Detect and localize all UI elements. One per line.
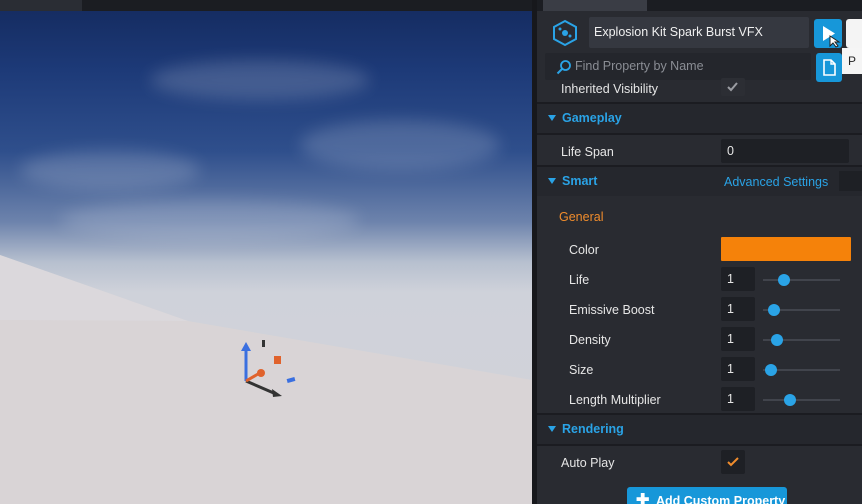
divider — [537, 444, 862, 446]
slider-value-input[interactable]: 1 — [721, 327, 755, 351]
checkmark-icon — [727, 457, 739, 467]
inherited-visibility-checkbox[interactable] — [721, 78, 745, 96]
slider-handle[interactable] — [770, 334, 783, 346]
ground-plane — [0, 255, 532, 504]
slider-handle[interactable] — [783, 394, 796, 406]
advanced-settings-link[interactable]: Advanced Settings — [724, 175, 828, 189]
property-search[interactable]: Find Property by Name — [545, 53, 811, 80]
play-button[interactable] — [814, 19, 842, 48]
life-span-input[interactable]: 0 — [721, 139, 849, 163]
slider-value-input[interactable]: 1 — [721, 297, 755, 321]
tooltip: P — [842, 48, 862, 74]
advanced-settings-toggle[interactable] — [839, 171, 862, 191]
slider-value-input[interactable]: 1 — [721, 267, 755, 291]
plus-icon: ✚ — [636, 492, 650, 504]
object-name-field[interactable]: Explosion Kit Spark Burst VFX — [589, 17, 809, 48]
properties-tab[interactable] — [543, 0, 647, 11]
slider-value-input[interactable]: 1 — [721, 387, 755, 411]
slider-label: Emissive Boost — [569, 303, 655, 317]
document-button[interactable] — [816, 53, 842, 82]
life-span-label: Life Span — [561, 145, 614, 159]
viewport[interactable] — [0, 0, 532, 504]
slider-label: Life — [569, 273, 590, 287]
slider-handle[interactable] — [777, 274, 790, 286]
stop-button[interactable] — [846, 19, 862, 48]
auto-play-checkbox[interactable] — [721, 450, 745, 474]
inherited-visibility-label: Inherited Visibility — [561, 82, 659, 96]
search-icon — [556, 60, 571, 75]
color-swatch[interactable] — [721, 237, 851, 261]
slider-track[interactable] — [763, 279, 840, 281]
color-label: Color — [569, 243, 599, 257]
play-icon — [823, 26, 841, 48]
section-title: Rendering — [562, 422, 624, 436]
slider-label: Size — [569, 363, 594, 377]
slider-handle[interactable] — [767, 304, 780, 316]
add-custom-property-button[interactable]: ✚ Add Custom Property — [627, 487, 787, 504]
section-title: Gameplay — [562, 111, 622, 125]
vfx-object-icon — [553, 19, 577, 47]
divider — [537, 133, 862, 135]
properties-panel: Explosion Kit Spark Burst VFX Find Prope… — [537, 0, 862, 504]
checkmark-icon — [727, 82, 738, 92]
section-gameplay[interactable]: Gameplay — [537, 104, 862, 133]
group-general-label: General — [559, 210, 604, 224]
search-input[interactable]: Find Property by Name — [575, 53, 704, 80]
collapse-arrow-icon — [548, 115, 556, 121]
slider-label: Length Multiplier — [569, 393, 661, 407]
section-rendering[interactable]: Rendering — [537, 415, 862, 444]
panel-tabstrip — [537, 0, 862, 11]
slider-value-input[interactable]: 1 — [721, 357, 755, 381]
section-smart[interactable]: Smart Advanced Settings — [537, 167, 862, 196]
auto-play-label: Auto Play — [561, 456, 615, 470]
collapse-arrow-icon — [548, 426, 556, 432]
section-title: Smart — [562, 174, 598, 188]
document-icon — [823, 59, 836, 76]
add-custom-property-label: Add Custom Property — [656, 494, 786, 504]
slider-track[interactable] — [763, 399, 840, 401]
collapse-arrow-icon — [548, 178, 556, 184]
transform-gizmo-icon[interactable] — [236, 336, 306, 400]
slider-label: Density — [569, 333, 611, 347]
slider-handle[interactable] — [764, 364, 777, 376]
